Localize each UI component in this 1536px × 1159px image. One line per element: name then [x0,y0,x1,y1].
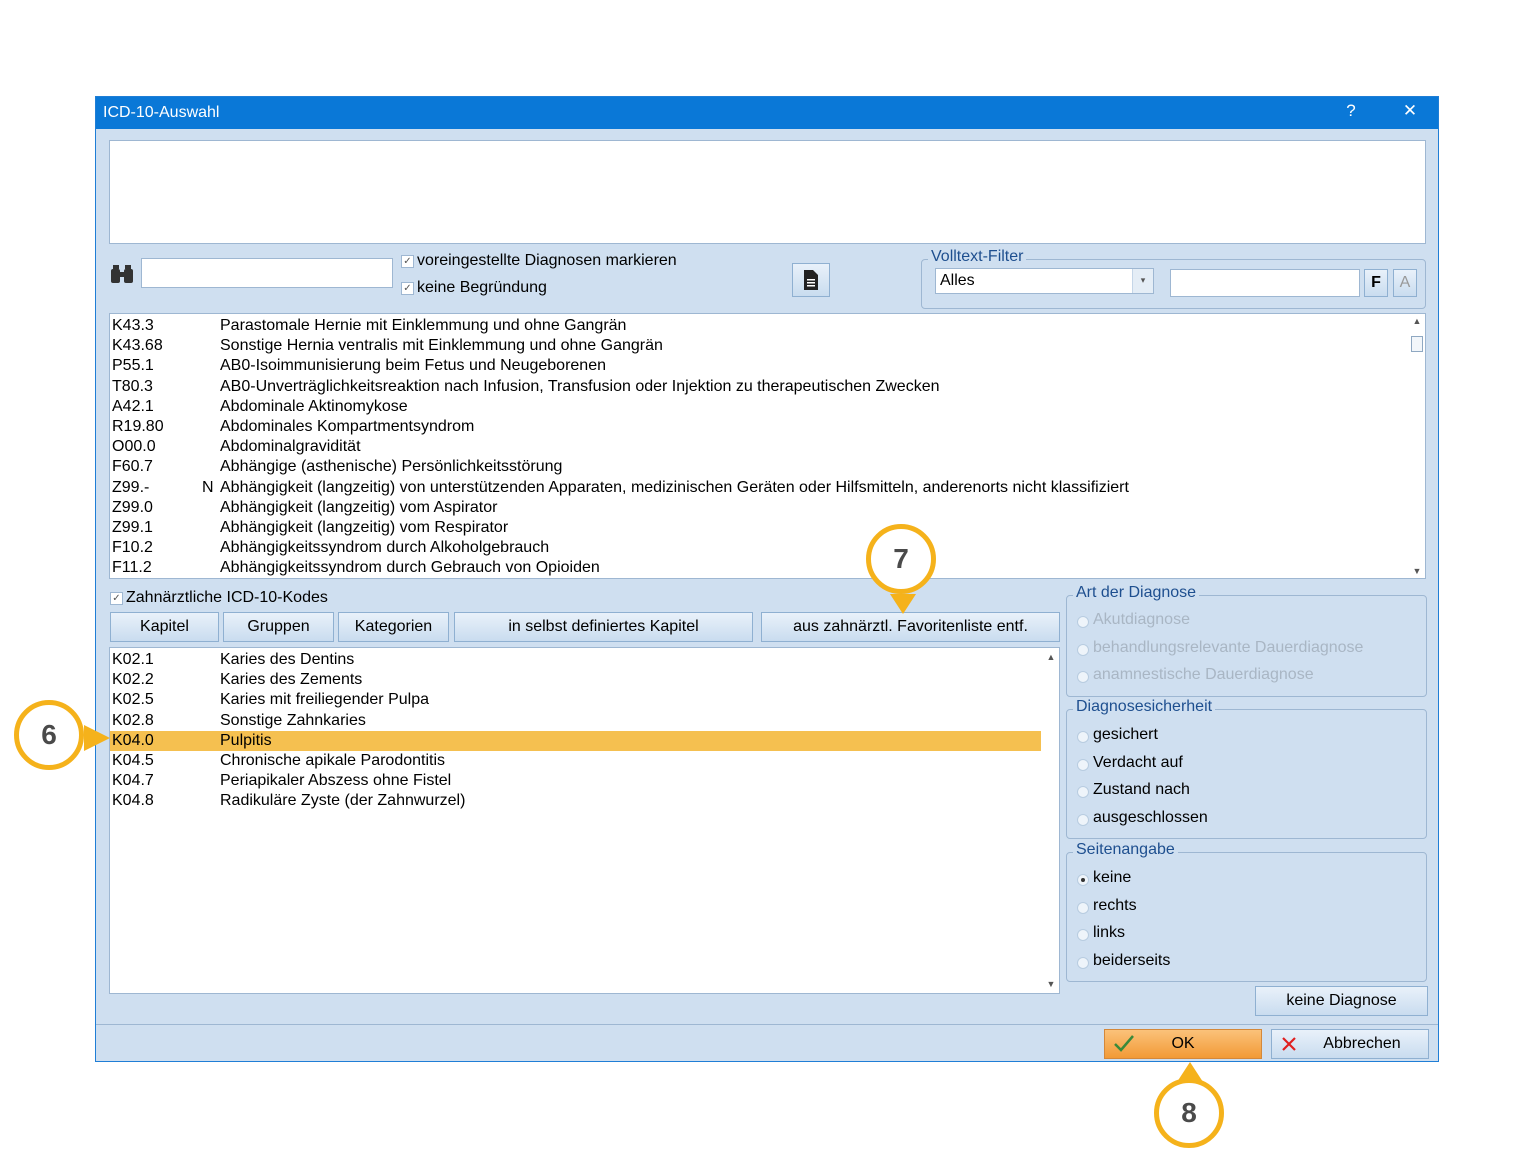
callout-pointers [84,594,1203,1082]
callout-7-pointer [890,594,916,614]
callout-8: 8 [1154,1078,1224,1148]
callout-7: 7 [866,524,936,594]
callout-6-pointer [84,725,110,751]
callout-6: 6 [14,700,84,770]
